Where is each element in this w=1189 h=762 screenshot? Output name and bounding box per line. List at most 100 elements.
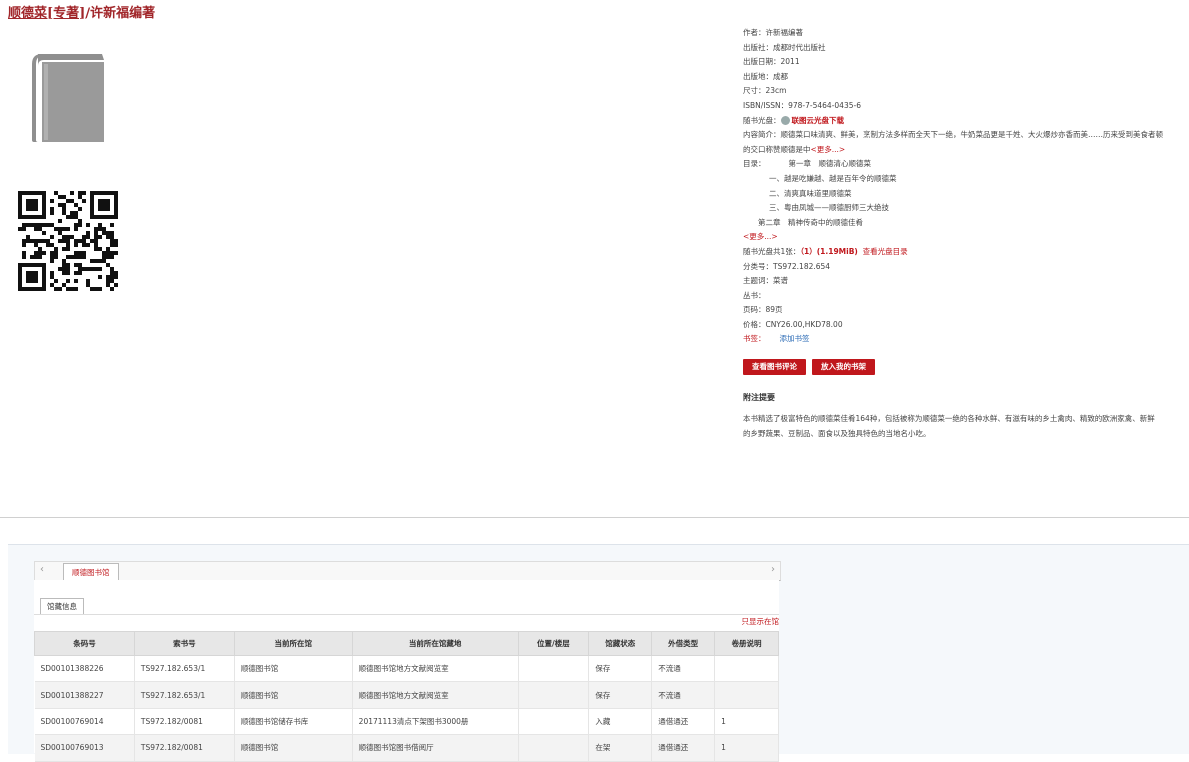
subject-label: 主题词： [743, 276, 773, 286]
isbn-label: ISBN/ISSN： [743, 100, 789, 110]
cell-barcode: SD00100769014 [34, 708, 135, 736]
cell-floor [518, 655, 590, 683]
cell-callno: TS927.182.653/1 [134, 681, 235, 709]
cell-library: 顺德图书馆 [234, 655, 353, 683]
cell-volume [714, 681, 779, 709]
cell-callno: TS927.182.653/1 [134, 655, 235, 683]
class-value: TS972.182.654 [773, 261, 831, 271]
cell-floor [518, 708, 590, 736]
size-label: 尺寸： [743, 86, 766, 96]
cell-library: 顺德图书馆 [234, 681, 353, 709]
place-label: 出版地： [743, 71, 773, 81]
size-value: 23cm [765, 86, 787, 96]
column-header[interactable]: 当前所在馆藏地 [351, 631, 519, 656]
pages-value: 89页 [765, 305, 783, 315]
toc-item: 一、越是吃嫌越、越是百年令的顺德菜 [769, 173, 897, 183]
cell-status: 保存 [588, 681, 653, 709]
author-value: 许新福编著 [765, 28, 804, 37]
title-series-link[interactable]: 顺德菜[专著] [8, 6, 85, 21]
cell-location: 20171113清点下架图书3000册 [352, 708, 519, 736]
intro-label: 内容简介： [743, 130, 781, 140]
page-title: 顺德菜[专著]/许新福编著 [8, 2, 155, 21]
divider [0, 517, 1189, 518]
cell-volume: 1 [714, 708, 779, 736]
qr-code-icon [18, 191, 118, 291]
extra-text: 本书精选了极富特色的顺德菜佳肴164种，包括被称为顺德菜一绝的各种水鲜、有滋有味… [743, 414, 1155, 438]
column-header[interactable]: 卷册说明 [714, 631, 779, 656]
class-label: 分类号： [743, 261, 773, 271]
toc-item: 三、粤由凤城——顺德厨师三大绝技 [769, 203, 889, 213]
author-label: 作者： [743, 28, 766, 37]
disc-count-label: 随书光盘共1张： [743, 246, 801, 256]
extra-heading: 附注提要 [743, 393, 775, 402]
cell-loan-type: 通借通还 [651, 734, 716, 762]
date-label: 出版日期： [743, 57, 781, 67]
column-header[interactable]: 馆藏状态 [588, 631, 653, 656]
toc-label: 目录： [743, 159, 766, 169]
book-cover [30, 52, 106, 148]
add-bookmark-link[interactable]: 添加书签 [766, 334, 810, 343]
cell-library: 顺德图书馆 [234, 734, 353, 762]
library-tabbar: ‹ 顺德图书馆 › [34, 561, 781, 581]
cell-library: 顺德图书馆储存书库 [234, 708, 353, 736]
intro-text: 顺德菜口味清爽、鲜美，烹制方法多样而全天下一绝，牛奶菜品更是千姓、大火爆炒亦香而… [743, 130, 1163, 154]
bookmark-label: 书签： [743, 334, 766, 344]
cell-floor [518, 681, 590, 709]
table-row: SD00101388227 TS927.182.653/1 顺德图书馆 顺德图书… [34, 681, 779, 709]
show-in-library-link[interactable]: 只显示在馆 [742, 616, 780, 627]
date-value: 2011 [780, 57, 800, 67]
cell-status: 在架 [588, 734, 653, 762]
holdings-content: 馆藏信息 只显示在馆 条码号 索书号 当前所在馆 当前所在馆藏地 位置/楼层 馆… [34, 580, 780, 762]
cell-status: 保存 [588, 655, 653, 683]
cell-floor [518, 734, 590, 762]
add-to-shelf-button[interactable]: 放入我的书架 [812, 359, 875, 375]
title-author: 许新福编著 [90, 6, 156, 21]
tab-holdings-info[interactable]: 馆藏信息 [40, 598, 84, 614]
column-header[interactable]: 位置/楼层 [517, 631, 590, 656]
disc-toc-link[interactable]: 查看光盘目录 [863, 247, 908, 256]
cell-status: 入藏 [588, 708, 653, 736]
price-label: 价格： [743, 319, 766, 329]
chevron-right-icon[interactable]: › [771, 564, 775, 575]
disc-download-link[interactable]: 联图云光盘下载 [792, 116, 845, 125]
subject-value: 菜谱 [773, 276, 788, 286]
table-row: SD00100769013 TS972.182/0081 顺德图书馆 顺德图书馆… [34, 734, 779, 762]
cell-volume: 1 [714, 734, 779, 762]
intro-more-link[interactable]: <更多...> [811, 145, 846, 154]
column-header[interactable]: 外借类型 [651, 631, 716, 656]
cell-volume [714, 655, 779, 683]
cell-loan-type: 不流通 [651, 655, 716, 683]
action-buttons: 查看图书评论 放入我的书架 [743, 354, 881, 375]
holdings-table: 条码号 索书号 当前所在馆 当前所在馆藏地 位置/楼层 馆藏状态 外借类型 卷册… [34, 631, 779, 762]
disc-icon [780, 116, 790, 126]
view-review-button[interactable]: 查看图书评论 [743, 359, 806, 375]
price-value: CNY26.00,HKD78.00 [765, 319, 843, 329]
column-header[interactable]: 索书号 [133, 631, 235, 656]
column-header[interactable]: 当前所在馆 [233, 631, 353, 656]
qr-code [18, 191, 118, 295]
cell-barcode: SD00101388227 [34, 681, 135, 709]
cell-location: 顺德图书馆地方文献阅览室 [352, 655, 519, 683]
publisher-value: 成都时代出版社 [773, 42, 826, 52]
cell-location: 顺德图书馆地方文献阅览室 [352, 681, 519, 709]
subtab-divider [34, 614, 779, 615]
cell-barcode: SD00101388226 [34, 655, 135, 683]
toc-item: 二、清爽真味道里顺德菜 [769, 188, 852, 198]
cell-loan-type: 不流通 [651, 681, 716, 709]
book-icon [32, 54, 104, 142]
publisher-label: 出版社： [743, 42, 773, 52]
pages-label: 页码： [743, 305, 766, 315]
table-row: SD00101388226 TS927.182.653/1 顺德图书馆 顺德图书… [34, 655, 779, 683]
tab-library[interactable]: 顺德图书馆 [63, 563, 119, 581]
chevron-left-icon[interactable]: ‹ [40, 564, 44, 575]
isbn-value: 978-7-5464-0435-6 [788, 100, 861, 110]
toc-item: 第一章 顺德清心顺德菜 [788, 159, 872, 169]
column-header[interactable]: 条码号 [34, 631, 135, 656]
cell-callno: TS972.182/0081 [134, 734, 235, 762]
table-row: SD00100769014 TS972.182/0081 顺德图书馆储存书库 2… [34, 708, 779, 736]
cell-barcode: SD00100769013 [34, 734, 135, 762]
series-label: 丛书： [743, 290, 766, 300]
book-metadata: 作者：许新福编著 出版社：成都时代出版社 出版日期：2011 出版地：成都 尺寸… [743, 26, 1163, 347]
cell-location: 顺德图书馆图书借阅厅 [352, 734, 519, 762]
toc-more-link[interactable]: <更多...> [743, 232, 778, 241]
